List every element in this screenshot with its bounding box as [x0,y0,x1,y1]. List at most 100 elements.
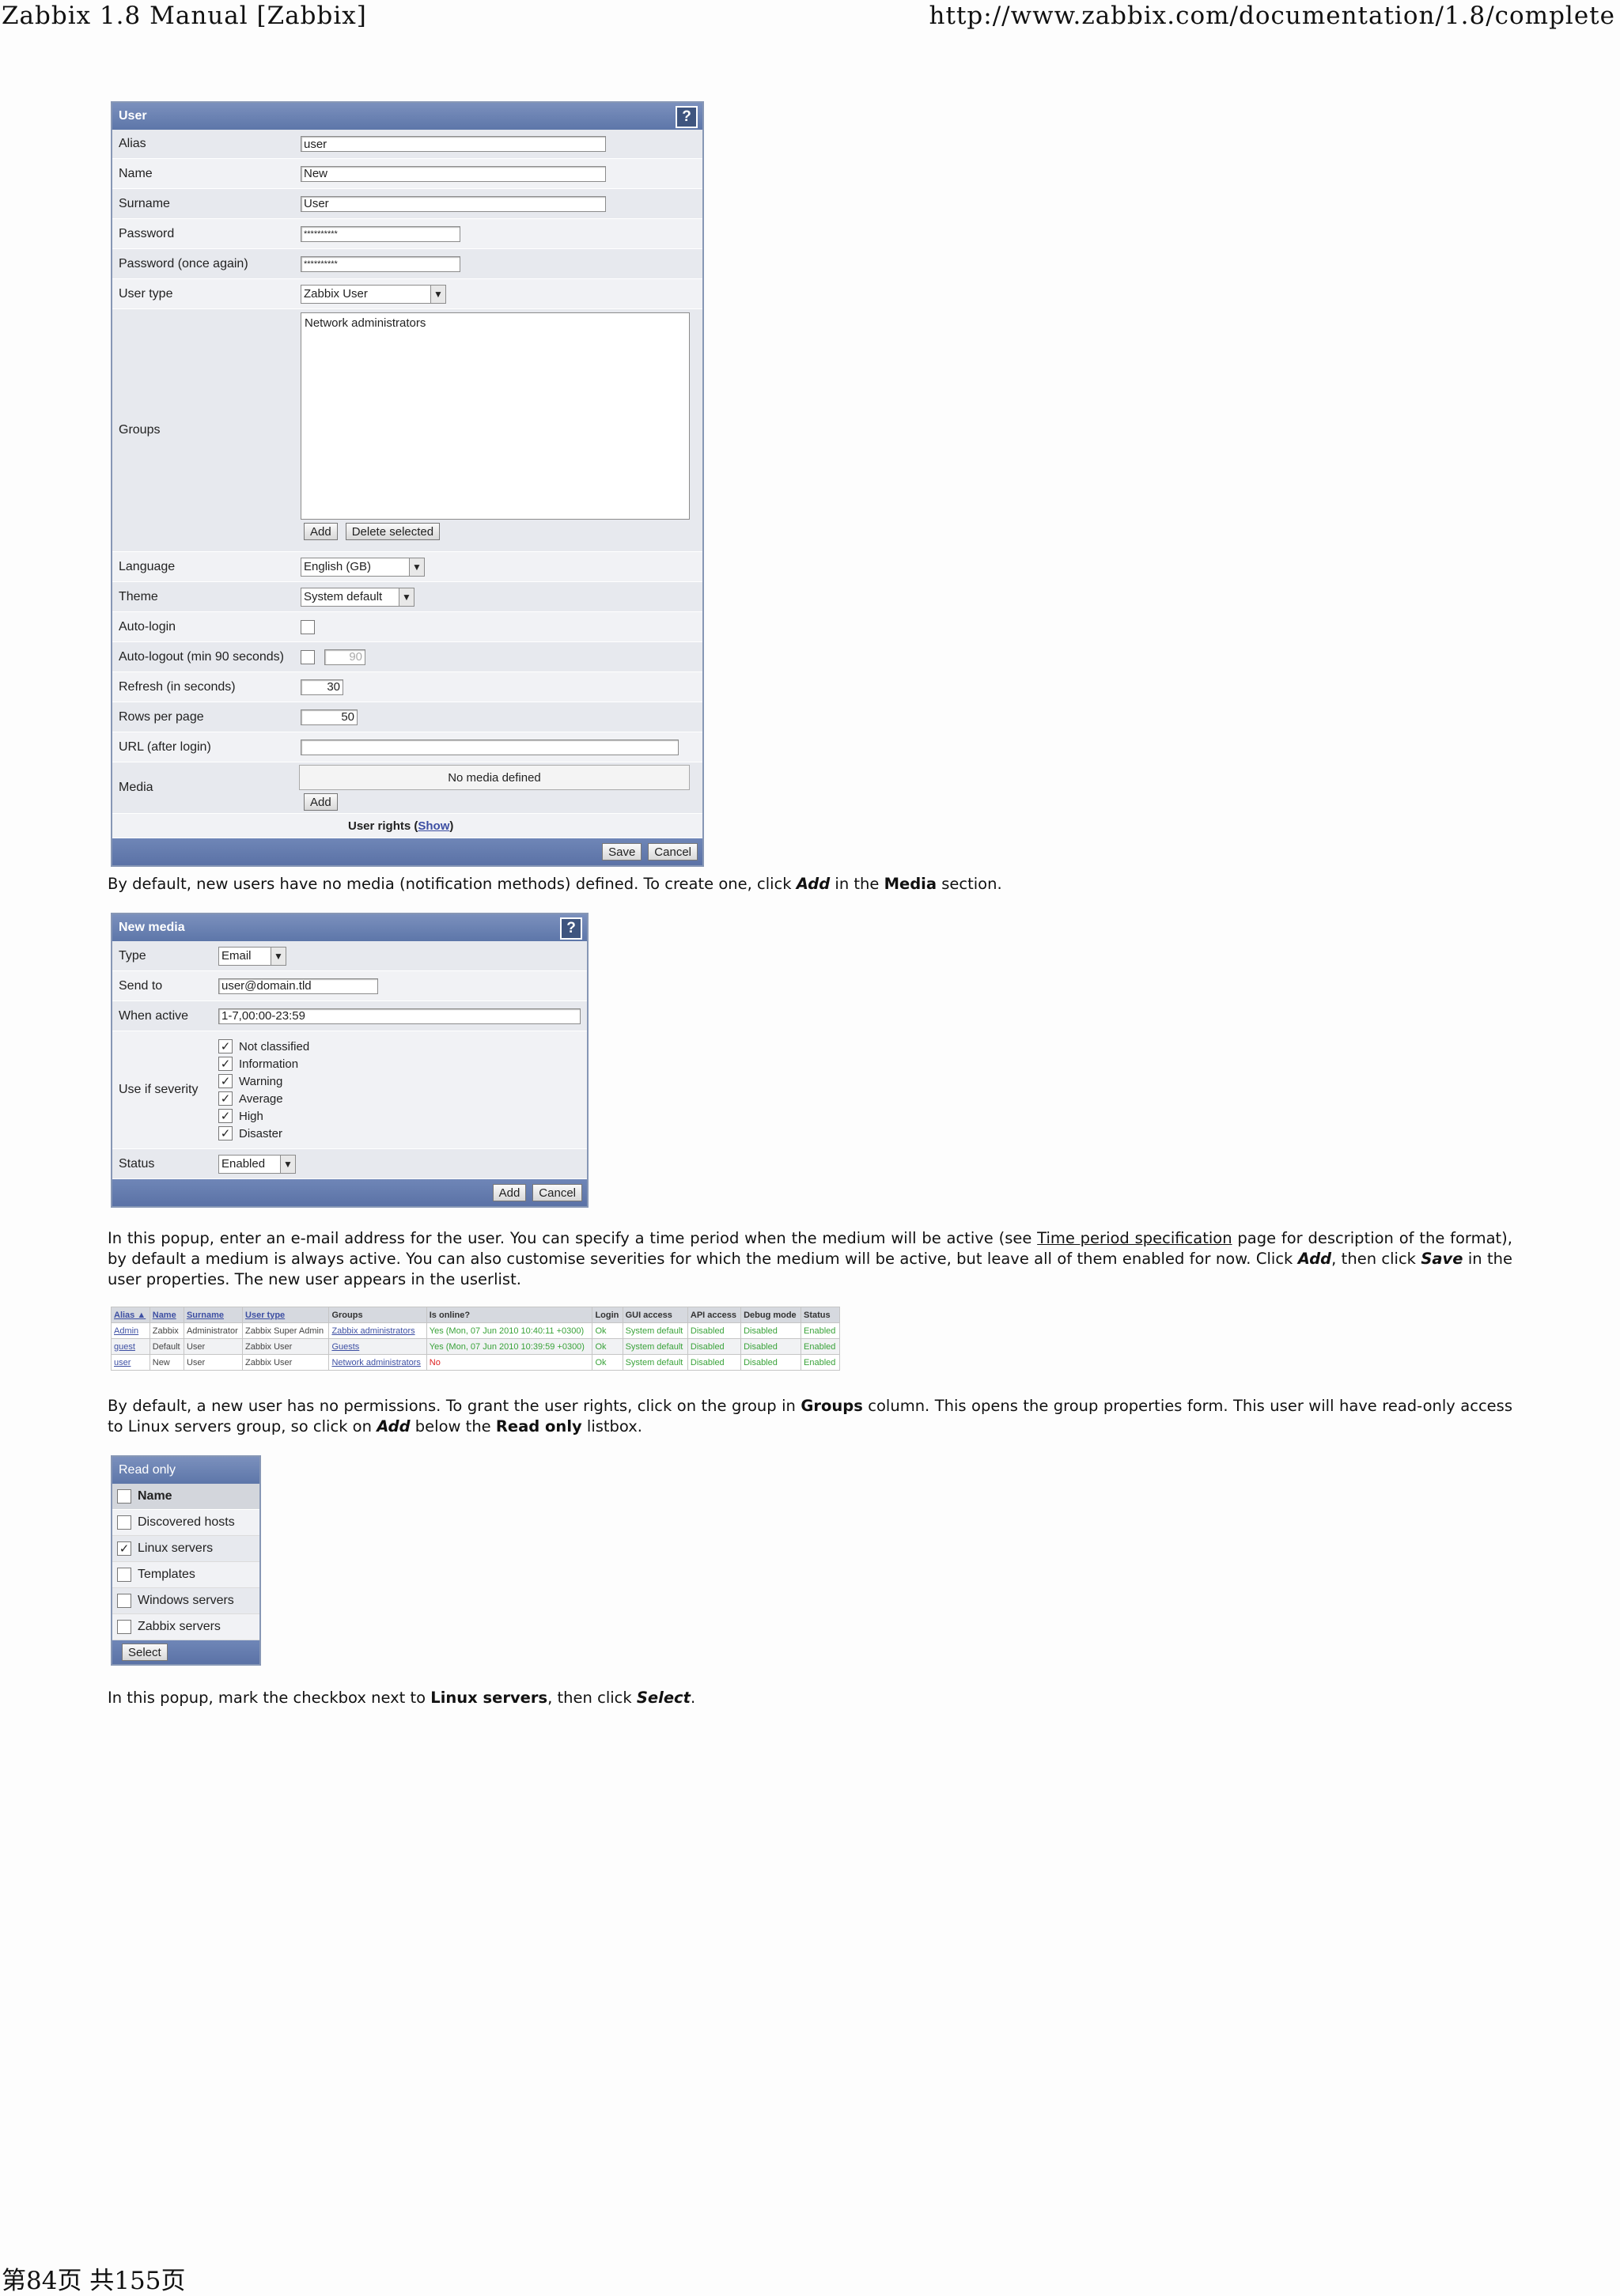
media-add-button[interactable]: Add [304,793,338,811]
delete-selected-button[interactable]: Delete selected [345,523,441,540]
type-select[interactable]: Email ▼ [218,946,286,966]
auto-logout-input[interactable]: 90 [324,649,365,665]
table-cell: Administrator [183,1322,244,1339]
table-cell[interactable]: Disabled [687,1338,742,1355]
surname-input[interactable]: User [301,195,606,212]
select-all-checkbox[interactable] [117,1489,131,1504]
group-checkbox[interactable] [117,1515,131,1530]
group-link[interactable]: Zabbix administrators [328,1322,427,1339]
column-header[interactable]: User type [242,1307,330,1323]
user-type-select[interactable]: Zabbix User ▼ [301,284,446,304]
user-type-value: Zabbix User [304,287,368,301]
groups-listbox[interactable]: Network administrators [301,312,690,520]
column-header[interactable]: Name [149,1307,184,1323]
password-again-input[interactable]: ********** [301,255,460,272]
table-cell[interactable]: Disabled [687,1322,742,1339]
page-header-url: http://www.zabbix.com/documentation/1.8/… [929,2,1615,30]
list-item: Windows servers [112,1588,259,1614]
severity-checkbox[interactable]: ✓ [218,1109,233,1123]
send-to-input[interactable]: user@domain.tld [218,978,378,994]
password-input[interactable]: ********** [301,225,460,242]
user-rights-show-link[interactable]: Show [418,819,449,833]
name-column-header: Name [138,1489,172,1503]
column-header: Is online? [426,1307,593,1323]
severity-checkbox[interactable]: ✓ [218,1091,233,1106]
rows-per-page-input[interactable]: 50 [301,709,358,725]
table-cell: Yes (Mon, 07 Jun 2010 10:39:59 +0300) [426,1338,593,1355]
cancel-button[interactable]: Cancel [648,843,698,861]
cancel-media-button[interactable]: Cancel [532,1184,582,1201]
group-link[interactable]: Guests [328,1338,427,1355]
table-row: guest Default User Zabbix User Guests Ye… [111,1338,840,1355]
add-group-button[interactable]: Add [304,523,338,540]
when-active-input[interactable]: 1-7,00:00-23:59 [218,1008,581,1024]
paragraph-media-instructions: In this popup, enter an e-mail address f… [108,1228,1512,1290]
alias-input[interactable]: user [301,136,606,152]
table-cell[interactable]: Ok [592,1338,623,1355]
group-checkbox[interactable] [117,1568,131,1582]
save-button[interactable]: Save [602,843,642,861]
severity-checkbox[interactable]: ✓ [218,1057,233,1071]
user-alias-link[interactable]: guest [111,1338,150,1355]
list-item: Discovered hosts [112,1510,259,1536]
table-cell[interactable]: Enabled [801,1322,840,1339]
table-cell[interactable]: System default [622,1322,688,1339]
table-cell[interactable]: Disabled [687,1354,742,1371]
media-label: Media [119,781,153,794]
severity-checkbox[interactable]: ✓ [218,1074,233,1088]
user-type-row: User type Zabbix User ▼ [112,279,702,309]
read-only-popup: Read only Name Discovered hosts ✓ Linux s… [111,1455,261,1666]
auto-login-checkbox[interactable] [301,619,315,634]
user-alias-link[interactable]: user [111,1354,150,1371]
table-cell[interactable]: Enabled [801,1354,840,1371]
table-cell[interactable]: Disabled [740,1338,802,1355]
help-icon[interactable]: ? [676,106,698,128]
status-select[interactable]: Enabled ▼ [218,1154,296,1174]
severity-item: ✓ Not classified [218,1039,309,1053]
groups-container: Network administrators Add Delete select… [301,309,690,551]
user-alias-link[interactable]: Admin [111,1322,150,1339]
select-button[interactable]: Select [122,1644,168,1661]
refresh-row: Refresh (in seconds) 30 [112,672,702,702]
language-value: English (GB) [304,560,372,573]
group-item[interactable]: Network administrators [305,316,686,330]
severity-checkbox[interactable]: ✓ [218,1039,233,1053]
table-cell[interactable]: System default [622,1354,688,1371]
user-rights-label: User rights [348,819,411,833]
new-media-rows: Type Email ▼ Send to user@domain.tld Whe… [112,941,587,1179]
column-header[interactable]: Alias ▲ [111,1307,150,1323]
column-header[interactable]: Surname [183,1307,244,1323]
list-item: ✓ Linux servers [112,1536,259,1562]
table-cell[interactable]: Disabled [740,1322,802,1339]
auto-logout-label: Auto-logout (min 90 seconds) [119,649,284,664]
user-form-footer: Save Cancel [112,838,702,865]
group-link[interactable]: Network administrators [328,1354,427,1371]
user-rights-row: User rights (Show) [112,814,702,838]
help-icon[interactable]: ? [560,917,582,940]
table-cell[interactable]: Ok [592,1322,623,1339]
group-checkbox[interactable] [117,1594,131,1608]
column-header: GUI access [622,1307,688,1323]
table-cell: Zabbix [149,1322,184,1339]
new-media-form: New media ? Type Email ▼ Send to user@do… [111,913,589,1208]
theme-label: Theme [119,589,158,603]
text: , then click [547,1689,637,1707]
group-checkbox[interactable]: ✓ [117,1541,131,1556]
type-value: Email [221,949,252,963]
time-period-link[interactable]: Time period specification [1037,1229,1232,1247]
language-select[interactable]: English (GB) ▼ [301,557,425,577]
auto-logout-checkbox[interactable] [301,649,315,664]
refresh-input[interactable]: 30 [301,679,343,695]
severity-checkbox[interactable]: ✓ [218,1126,233,1140]
rows-per-page-label: Rows per page [119,709,204,724]
name-input[interactable]: New [301,165,606,182]
add-media-button[interactable]: Add [492,1184,527,1201]
table-cell[interactable]: System default [622,1338,688,1355]
theme-select[interactable]: System default ▼ [301,587,414,607]
url-input[interactable] [301,739,679,755]
table-cell[interactable]: Disabled [740,1354,802,1371]
table-cell[interactable]: Enabled [801,1338,840,1355]
type-row: Type Email ▼ [112,941,587,971]
group-checkbox[interactable] [117,1620,131,1634]
table-cell[interactable]: Ok [592,1354,623,1371]
